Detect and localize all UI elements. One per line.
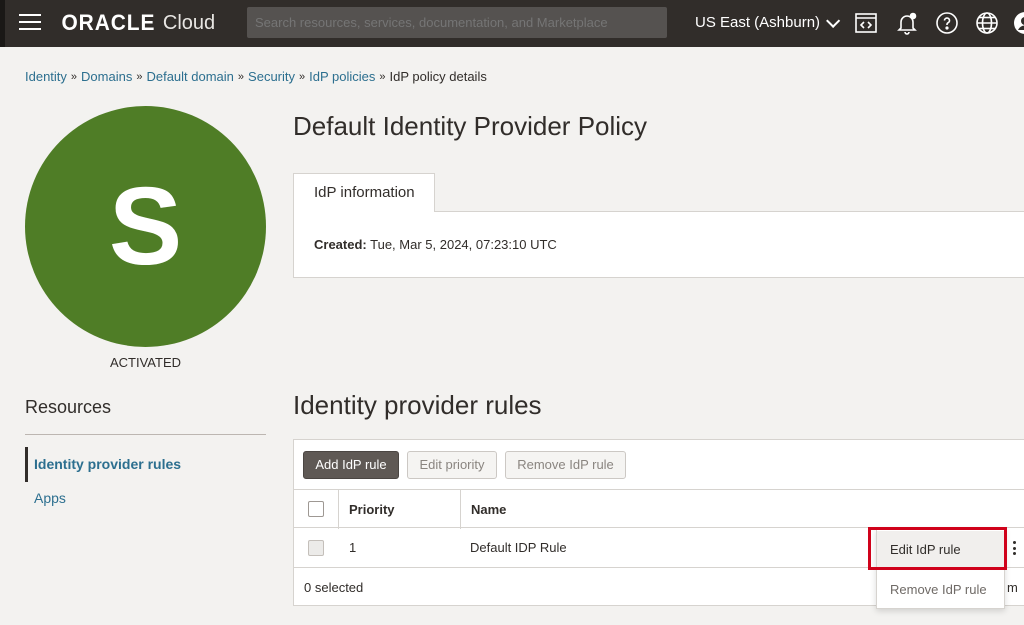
tab-idp-information[interactable]: IdP information <box>293 173 435 212</box>
region-selector[interactable]: US East (Ashburn) <box>695 13 841 31</box>
search-input[interactable] <box>247 7 667 38</box>
idp-information-panel: Created: Tue, Mar 5, 2024, 07:23:10 UTC <box>293 211 1024 278</box>
notification-bell-icon[interactable] <box>895 11 919 35</box>
sidebar-item-apps[interactable]: Apps <box>25 490 66 506</box>
policy-avatar: S <box>25 106 266 347</box>
remove-idp-rule-button[interactable]: Remove IdP rule <box>505 451 626 479</box>
logo-brand: ORACLE <box>61 10 156 35</box>
help-icon[interactable] <box>935 11 959 35</box>
created-label: Created: <box>314 237 367 252</box>
oracle-cloud-logo[interactable]: ORACLE Cloud <box>59 10 215 36</box>
language-globe-icon[interactable] <box>975 11 999 35</box>
breadcrumb-separator: » <box>299 70 306 83</box>
code-editor-icon[interactable] <box>854 11 878 35</box>
breadcrumb-separator: » <box>237 70 245 83</box>
sidebar-item-identity-provider-rules[interactable]: Identity provider rules <box>25 447 225 482</box>
edit-priority-button[interactable]: Edit priority <box>407 451 497 479</box>
breadcrumb-separator: » <box>379 70 386 83</box>
menu-item-remove-idp-rule[interactable]: Remove IdP rule <box>877 578 1004 602</box>
selected-count: 0 selected <box>304 580 364 595</box>
page-title: Default Identity Provider Policy <box>293 111 648 141</box>
row-actions-kebab-icon[interactable] <box>1006 539 1022 557</box>
breadcrumb-domains[interactable]: Domains <box>81 69 132 84</box>
column-header-priority[interactable]: Priority <box>349 502 395 517</box>
column-divider <box>460 490 461 529</box>
select-all-checkbox[interactable] <box>308 501 324 517</box>
breadcrumb-separator: » <box>70 70 78 83</box>
breadcrumb-identity[interactable]: Identity <box>25 69 67 84</box>
row-priority: 1 <box>349 540 357 555</box>
logo-product: Cloud <box>162 11 216 34</box>
breadcrumb-separator: » <box>136 70 143 83</box>
region-label: US East (Ashburn) <box>695 14 821 31</box>
breadcrumb: Identity» Domains» Default domain» Secur… <box>25 69 487 84</box>
hamburger-icon[interactable] <box>19 14 43 32</box>
breadcrumb-security[interactable]: Security <box>248 69 295 84</box>
top-navigation-bar: ORACLE Cloud US East (Ashburn) <box>0 0 1024 47</box>
chevron-down-icon <box>826 13 841 28</box>
row-checkbox[interactable] <box>308 540 324 556</box>
pagination-text: m <box>1007 580 1018 595</box>
avatar-letter: S <box>108 164 183 288</box>
profile-icon[interactable] <box>1013 11 1024 35</box>
breadcrumb-current: IdP policy details <box>389 69 487 84</box>
column-divider <box>338 490 339 529</box>
add-idp-rule-button[interactable]: Add IdP rule <box>303 451 399 479</box>
resources-title: Resources <box>25 397 112 417</box>
rules-section-title: Identity provider rules <box>293 390 542 420</box>
created-field: Created: Tue, Mar 5, 2024, 07:23:10 UTC <box>314 237 557 252</box>
breadcrumb-default-domain[interactable]: Default domain <box>146 69 233 84</box>
status-badge: ACTIVATED <box>109 355 182 370</box>
menu-item-edit-idp-rule[interactable]: Edit IdP rule <box>877 531 1004 569</box>
row-actions-menu: Edit IdP rule Remove IdP rule <box>876 529 1005 609</box>
breadcrumb-idp-policies[interactable]: IdP policies <box>309 69 375 84</box>
resources-divider <box>25 434 266 435</box>
created-value: Tue, Mar 5, 2024, 07:23:10 UTC <box>370 237 557 252</box>
table-header: Priority Name <box>294 489 1024 529</box>
row-name: Default IDP Rule <box>470 540 567 555</box>
column-header-name[interactable]: Name <box>471 502 506 517</box>
